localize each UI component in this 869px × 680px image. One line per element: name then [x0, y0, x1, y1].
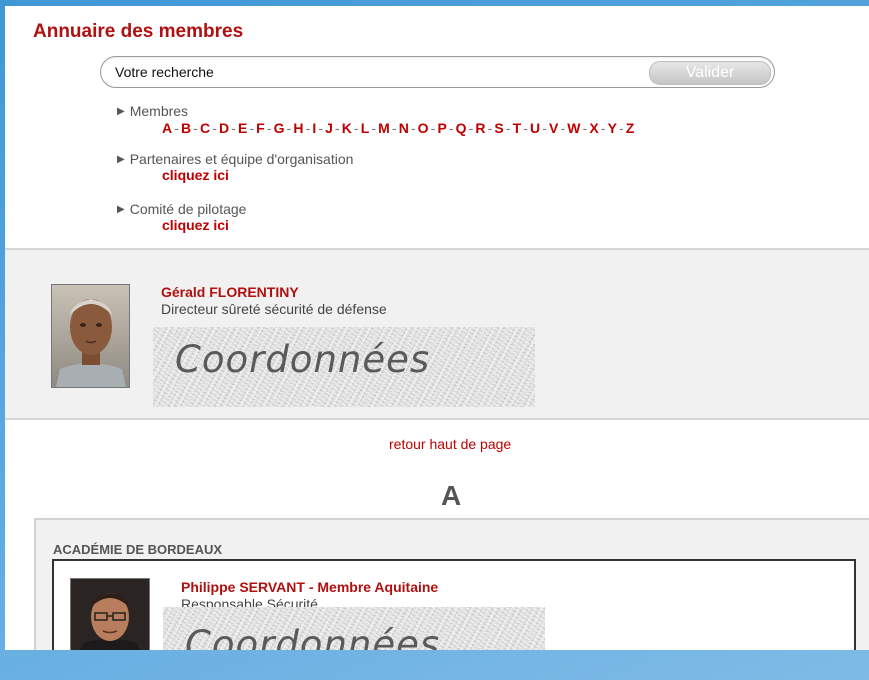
coordonnees-button[interactable]: Coordonnées	[163, 607, 545, 650]
letter-link-f[interactable]: F	[256, 120, 265, 136]
letter-separator: -	[212, 120, 217, 136]
letter-link-t[interactable]: T	[513, 120, 522, 136]
letter-separator: -	[468, 120, 474, 136]
member-name[interactable]: Philippe SERVANT - Membre Aquitaine	[181, 579, 438, 595]
letter-link-e[interactable]: E	[238, 120, 247, 136]
nav-partenaires: ▶ Partenaires et équipe d'organisation c…	[117, 151, 353, 183]
letter-separator: -	[430, 120, 436, 136]
letter-link-i[interactable]: I	[312, 120, 316, 136]
member-name[interactable]: Gérald FLORENTINY	[161, 284, 299, 300]
letter-separator: -	[305, 120, 311, 136]
letter-link-z[interactable]: Z	[626, 120, 635, 136]
back-to-top-link[interactable]: retour haut de page	[389, 436, 511, 452]
section-letter-heading: A	[441, 480, 462, 511]
search-bar: Valider	[100, 56, 775, 88]
letter-link-d[interactable]: D	[219, 120, 229, 136]
valider-button[interactable]: Valider	[649, 61, 771, 85]
portrait-image	[52, 285, 129, 387]
letter-separator: -	[334, 120, 340, 136]
letter-separator: -	[487, 120, 493, 136]
letter-separator: -	[266, 120, 272, 136]
letter-separator: -	[286, 120, 292, 136]
featured-member-card: Gérald FLORENTINY Directeur sûreté sécur…	[5, 248, 869, 420]
letter-link-w[interactable]: W	[567, 120, 580, 136]
search-input[interactable]	[115, 63, 635, 81]
partenaires-link[interactable]: cliquez ici	[162, 167, 353, 183]
letter-separator: -	[193, 120, 198, 136]
letter-link-m[interactable]: M	[378, 120, 390, 136]
letter-link-x[interactable]: X	[589, 120, 598, 136]
letter-link-q[interactable]: Q	[456, 120, 467, 136]
member-photo	[70, 578, 150, 650]
letter-separator: -	[353, 120, 359, 136]
letter-separator: -	[231, 120, 236, 136]
letter-separator: -	[391, 120, 397, 136]
coordonnees-button[interactable]: Coordonnées	[153, 327, 535, 407]
member-role: Directeur sûreté sécurité de défense	[161, 301, 387, 317]
letter-separator: -	[318, 120, 324, 136]
coordonnees-label: Coordonnées	[175, 338, 431, 381]
letter-link-p[interactable]: P	[437, 120, 446, 136]
letter-link-b[interactable]: B	[181, 120, 191, 136]
triangle-right-icon: ▶	[117, 105, 125, 117]
portrait-image	[71, 579, 149, 650]
letter-separator: -	[542, 120, 548, 136]
letter-link-c[interactable]: C	[200, 120, 210, 136]
letter-link-k[interactable]: K	[342, 120, 352, 136]
letter-link-g[interactable]: G	[274, 120, 285, 136]
letter-separator: -	[448, 120, 454, 136]
letter-separator: -	[619, 120, 624, 136]
letter-link-l[interactable]: L	[361, 120, 370, 136]
letter-link-a[interactable]: A	[162, 120, 172, 136]
letter-link-y[interactable]: Y	[608, 120, 617, 136]
letter-separator: -	[174, 120, 179, 136]
letter-separator: -	[249, 120, 255, 136]
letter-link-s[interactable]: S	[494, 120, 503, 136]
nav-membres-label: Membres	[129, 103, 189, 119]
nav-comite-label: Comité de pilotage	[129, 201, 247, 217]
letter-separator: -	[582, 120, 588, 136]
letter-link-r[interactable]: R	[475, 120, 485, 136]
letter-separator: -	[600, 120, 606, 136]
nav-membres: ▶ Membres A-B-C-D-E-F-G-H-I-J-K-L-M-N-O-…	[117, 103, 634, 136]
coordonnees-label: Coordonnées	[185, 623, 441, 650]
letter-separator: -	[523, 120, 529, 136]
page-container: Annuaire des membres Valider ▶ Membres A…	[5, 6, 869, 650]
letter-link-j[interactable]: J	[325, 120, 333, 136]
alphabet-index: A-B-C-D-E-F-G-H-I-J-K-L-M-N-O-P-Q-R-S-T-…	[162, 120, 634, 136]
letter-separator: -	[371, 120, 377, 136]
letter-separator: -	[560, 120, 566, 136]
letter-link-o[interactable]: O	[418, 120, 429, 136]
member-photo	[51, 284, 130, 388]
triangle-right-icon: ▶	[117, 203, 125, 215]
triangle-right-icon: ▶	[117, 153, 125, 165]
group-title: ACADÉMIE DE BORDEAUX	[53, 542, 223, 557]
letter-separator: -	[505, 120, 511, 136]
letter-link-h[interactable]: H	[293, 120, 303, 136]
page-title: Annuaire des membres	[33, 21, 244, 42]
nav-partenaires-label: Partenaires et équipe d'organisation	[129, 151, 354, 167]
letter-link-v[interactable]: V	[549, 120, 558, 136]
nav-comite: ▶ Comité de pilotage cliquez ici	[117, 201, 246, 233]
comite-link[interactable]: cliquez ici	[162, 217, 246, 233]
letter-link-n[interactable]: N	[399, 120, 409, 136]
letter-link-u[interactable]: U	[530, 120, 540, 136]
letter-separator: -	[410, 120, 416, 136]
